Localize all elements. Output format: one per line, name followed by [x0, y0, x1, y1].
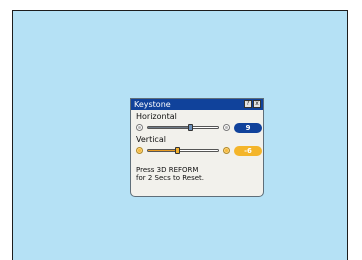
close-icon[interactable]: x — [253, 100, 261, 108]
horizontal-slider[interactable]: 9 — [136, 123, 262, 133]
keystone-dialog: Keystone ? x Horizontal 9 Vertical -6 Pr… — [130, 98, 264, 197]
decrease-arrow-icon[interactable] — [136, 124, 143, 131]
vertical-slider[interactable]: -6 — [136, 146, 262, 156]
increase-arrow-icon[interactable] — [223, 124, 230, 131]
reset-hint-line1: Press 3D REFORM — [136, 166, 199, 174]
horizontal-track[interactable] — [147, 124, 219, 131]
horizontal-fill — [148, 127, 190, 128]
vertical-track[interactable] — [147, 147, 219, 154]
reset-hint-line2: for 2 Secs to Reset. — [136, 174, 205, 182]
horizontal-label: Horizontal — [136, 112, 177, 121]
horizontal-knob[interactable] — [188, 124, 193, 131]
vertical-fill — [148, 150, 177, 151]
projector-screen: Keystone ? x Horizontal 9 Vertical -6 Pr… — [12, 10, 348, 260]
horizontal-value: 9 — [234, 123, 262, 133]
vertical-value: -6 — [234, 146, 262, 156]
increase-arrow-icon[interactable] — [223, 147, 230, 154]
dialog-title: Keystone — [134, 100, 171, 109]
vertical-label: Vertical — [136, 135, 166, 144]
decrease-arrow-icon[interactable] — [136, 147, 143, 154]
help-icon[interactable]: ? — [244, 100, 252, 108]
vertical-knob[interactable] — [175, 147, 180, 154]
dialog-titlebar: Keystone ? x — [131, 99, 263, 110]
reset-hint: Press 3D REFORM for 2 Secs to Reset. — [136, 166, 204, 182]
